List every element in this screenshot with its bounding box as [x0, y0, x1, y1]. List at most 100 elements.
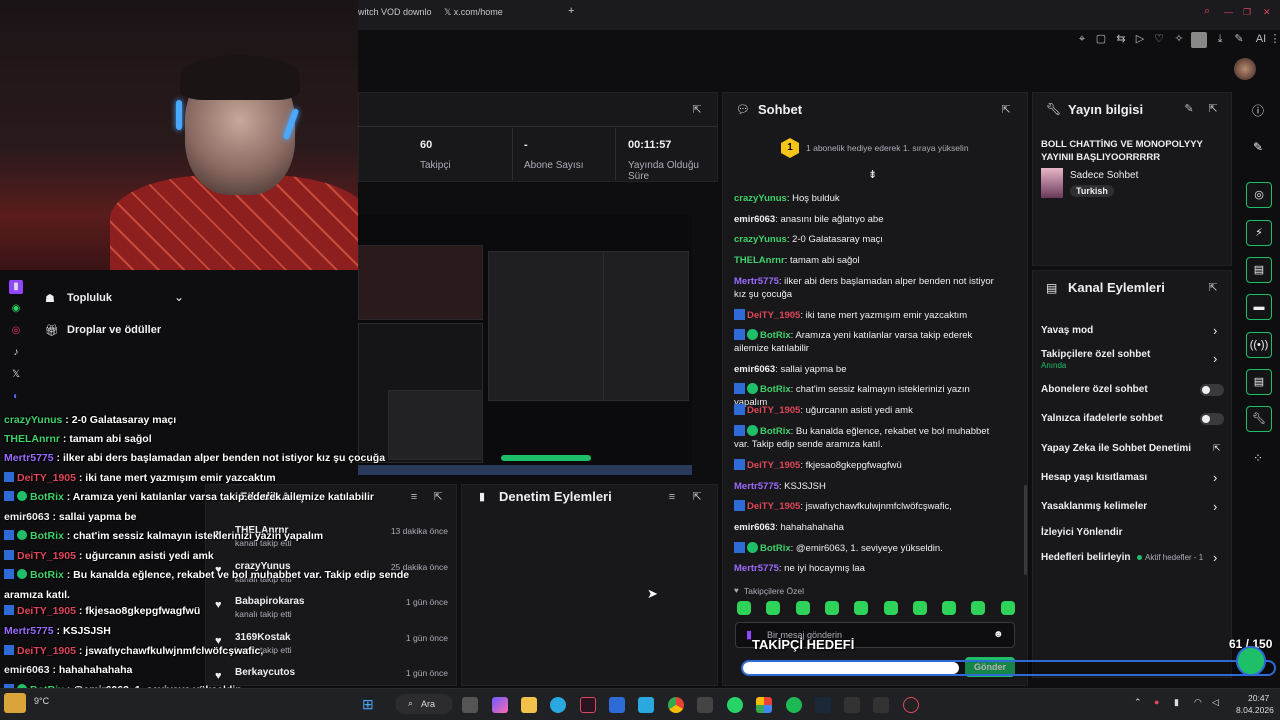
avatar[interactable] — [1234, 58, 1256, 80]
chat-username[interactable]: BotRix — [760, 384, 791, 395]
x-icon[interactable]: 𝕏 — [9, 368, 23, 382]
whatsapp-icon[interactable]: ◉ — [9, 302, 23, 316]
activity-username[interactable]: Babapirokaras — [235, 596, 304, 607]
twitch-icon[interactable]: ▮ — [9, 280, 23, 294]
channel-action-8[interactable]: İzleyici Yönlendir — [1041, 527, 1123, 538]
collapse-icon[interactable]: ⇟ — [868, 168, 877, 181]
extensions-icon[interactable]: ✧ — [1172, 32, 1186, 46]
windows-start-icon[interactable]: ⊞ — [362, 696, 374, 713]
rail-button-broadcast[interactable]: ((•)) — [1246, 332, 1272, 358]
edge-icon[interactable] — [550, 697, 566, 713]
sidebar-item-community[interactable]: Topluluk — [67, 292, 112, 304]
popout-icon[interactable]: ⇱ — [432, 491, 444, 503]
emoji-icon[interactable]: ☻ — [993, 629, 1004, 640]
rail-button-document[interactable]: ▤ — [1246, 257, 1272, 283]
tray-icon[interactable]: ● — [1154, 697, 1159, 707]
pencil-icon[interactable]: ✎ — [1253, 140, 1263, 154]
emote-icon[interactable] — [942, 601, 957, 615]
more-icon[interactable]: ⁘ — [1253, 451, 1263, 465]
app-icon[interactable] — [697, 697, 713, 713]
mic-icon[interactable]: ▮ — [1174, 697, 1179, 708]
chat-username[interactable]: emir6063 — [734, 214, 775, 225]
chevron-right-icon[interactable]: › — [1213, 499, 1217, 514]
activity-username[interactable]: 3169Kostak — [235, 632, 291, 643]
chevron-right-icon[interactable]: › — [1213, 550, 1217, 565]
file-explorer-icon[interactable] — [521, 697, 537, 713]
emote-icon[interactable] — [737, 601, 751, 615]
heart-icon[interactable]: ♡ — [1152, 32, 1166, 46]
search-icon[interactable]: ⌕ — [1204, 5, 1210, 18]
chat-username[interactable]: crazyYunus — [734, 193, 787, 204]
filter-icon[interactable]: ≡ — [666, 491, 678, 503]
chevron-down-icon[interactable]: ⌄ — [174, 290, 184, 304]
emote-icon[interactable] — [912, 601, 927, 615]
popout-icon[interactable]: ⇱ — [691, 104, 703, 116]
obs-icon[interactable] — [903, 697, 919, 713]
emote-icon[interactable] — [883, 601, 898, 615]
toggle-switch[interactable] — [1200, 384, 1224, 396]
emote-icon[interactable] — [766, 601, 781, 615]
minimize-icon[interactable]: — — [1224, 7, 1233, 17]
chat-username[interactable]: DeiTY_1905 — [747, 501, 800, 512]
info-icon[interactable]: ⓘ — [1252, 102, 1264, 119]
translate-icon[interactable]: ⇆ — [1114, 32, 1128, 46]
emote-icon[interactable] — [795, 601, 810, 615]
new-tab-button[interactable]: + — [568, 5, 574, 17]
chat-username[interactable]: Mertr5775 — [734, 481, 779, 492]
channel-action-7[interactable]: Yasaklanmış kelimeler — [1041, 501, 1147, 512]
app-icon[interactable] — [844, 697, 860, 713]
edit-icon[interactable]: ✎ — [1232, 32, 1246, 46]
activity-username[interactable]: Berkaycutos — [235, 667, 295, 678]
filter-icon[interactable]: ≡ — [408, 491, 420, 503]
chat-username[interactable]: THELAnrnr — [734, 255, 785, 266]
edit-icon[interactable]: ✎ — [1183, 103, 1195, 115]
instagram-icon[interactable]: ◎ — [9, 324, 23, 338]
download-icon[interactable]: ⤓ — [1213, 32, 1227, 46]
store-icon[interactable] — [609, 697, 625, 713]
channel-action-5[interactable]: Yapay Zeka ile Sohbet Denetimi — [1041, 443, 1191, 454]
toggle-switch[interactable] — [1200, 413, 1224, 425]
chat-username[interactable]: emir6063 — [734, 364, 775, 375]
task-view-icon[interactable] — [462, 697, 478, 713]
profile-extension-icon[interactable] — [1191, 32, 1207, 48]
channel-action-9[interactable]: Hedefleri belirleyin — [1041, 552, 1130, 563]
chat-username[interactable]: Mertr5775 — [734, 276, 779, 287]
popout-icon[interactable]: ⇱ — [1207, 282, 1219, 294]
spotify-icon[interactable] — [786, 697, 802, 713]
rail-button-tools[interactable]: 🔧︎ — [1246, 406, 1272, 432]
chat-username[interactable]: BotRix — [760, 330, 791, 341]
stream-preview[interactable] — [358, 215, 692, 477]
chat-username[interactable]: BotRix — [760, 543, 791, 554]
app-icon[interactable] — [756, 697, 772, 713]
rail-button-lightning[interactable]: ⚡︎ — [1246, 220, 1272, 246]
weather-icon[interactable] — [4, 693, 26, 713]
chat-username[interactable]: Mertr5775 — [734, 563, 779, 574]
chat-username[interactable]: DeiTY_1905 — [747, 405, 800, 416]
whatsapp-icon[interactable] — [727, 697, 743, 713]
channel-action-1[interactable]: Yavaş mod — [1041, 325, 1093, 336]
emote-icon[interactable] — [1000, 601, 1015, 615]
rail-button-camera[interactable]: ◎ — [1246, 182, 1272, 208]
chat-username[interactable]: BotRix — [760, 426, 791, 437]
chat-scrollbar[interactable] — [1024, 485, 1027, 575]
chat-username[interactable]: emir6063 — [734, 522, 775, 533]
copilot-icon[interactable] — [492, 697, 508, 713]
menu-icon[interactable]: ⋮ — [1268, 32, 1280, 46]
discord-icon[interactable]: ◐ — [9, 390, 23, 404]
sidebar-item-drops[interactable]: Droplar ve ödüller — [67, 324, 161, 336]
channel-action-4[interactable]: Yalnızca ifadelerle sohbet — [1041, 413, 1163, 424]
rail-button-chat[interactable]: ▬ — [1246, 294, 1272, 320]
tab-twitch-vod[interactable]: witch VOD downlo — [358, 7, 432, 17]
emote-icon[interactable] — [854, 601, 869, 615]
chrome-icon[interactable] — [668, 697, 684, 713]
chevron-up-icon[interactable]: ⌃ — [1134, 697, 1142, 708]
rail-button-stack[interactable]: ▤ — [1246, 369, 1272, 395]
wifi-icon[interactable]: ◠ — [1194, 697, 1202, 708]
popout-icon[interactable]: ⇱ — [1207, 103, 1219, 115]
app-icon[interactable] — [638, 697, 654, 713]
emote-icon[interactable] — [824, 601, 839, 615]
app-icon[interactable] — [580, 697, 596, 713]
channel-action-3[interactable]: Abonelere özel sohbet — [1041, 384, 1148, 395]
screenshot-icon[interactable]: ▢ — [1094, 32, 1108, 46]
channel-action-2[interactable]: Takipçilere özel sohbet — [1041, 349, 1150, 360]
